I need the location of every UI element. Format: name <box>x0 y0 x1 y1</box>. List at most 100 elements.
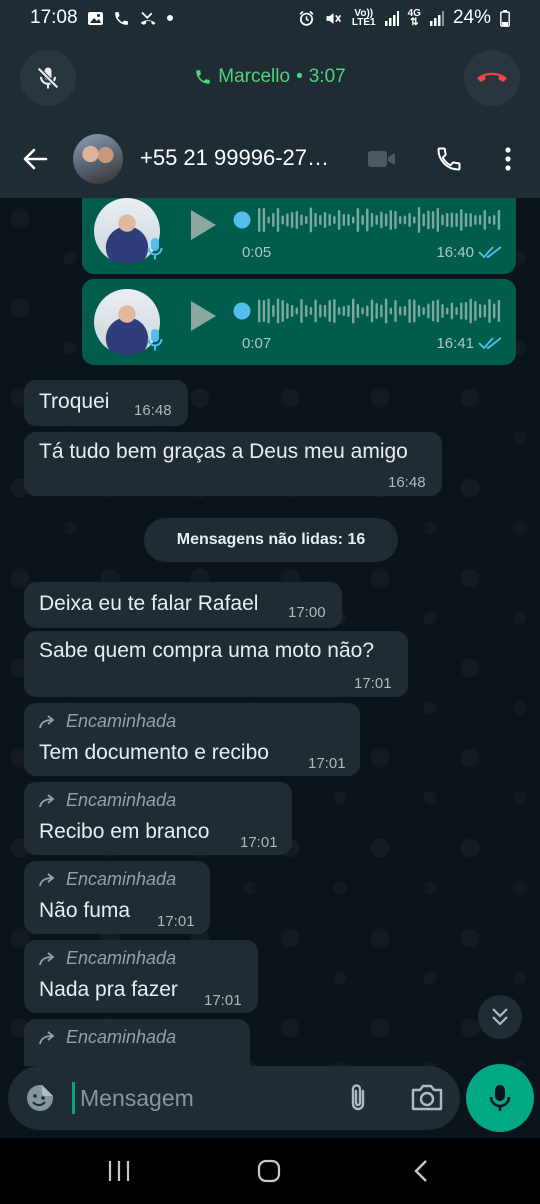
waveform-bar <box>446 213 449 227</box>
forwarded-message[interactable]: Encaminhada <box>24 1019 250 1066</box>
play-button[interactable] <box>188 208 218 242</box>
waveform-bar <box>384 213 388 227</box>
waveform-bar <box>389 307 392 315</box>
waveform-bar <box>356 304 360 318</box>
record-voice-button[interactable] <box>466 1064 534 1132</box>
waveform-bar <box>441 214 444 226</box>
arrow-back-icon <box>23 148 48 170</box>
voice-note-mic-icon <box>144 327 166 353</box>
waveform-bar <box>384 298 388 324</box>
forwarded-message[interactable]: Encaminhada Recibo em branco 17:01 <box>24 782 292 855</box>
double-chevron-down-icon <box>492 1008 508 1026</box>
paperclip-icon <box>351 1084 365 1111</box>
forwarded-label: Encaminhada <box>38 711 176 732</box>
waveform-bar <box>323 305 327 317</box>
message-time: 16:48 <box>388 474 426 491</box>
forwarded-label: Encaminhada <box>38 790 176 811</box>
voice-message[interactable]: 0:05 16:40 <box>82 198 516 274</box>
hang-up-icon <box>477 72 507 82</box>
forwarded-message[interactable]: Encaminhada Não fuma 17:01 <box>24 861 210 934</box>
waveform-bar <box>493 215 496 225</box>
incoming-message[interactable]: Troquei 16:48 <box>24 380 188 426</box>
waveform-bar <box>314 299 317 323</box>
play-icon <box>191 301 216 331</box>
play-button[interactable] <box>188 299 218 333</box>
waveform-bar <box>281 300 284 322</box>
waveform-bar <box>286 303 289 319</box>
waveform-bar <box>441 304 444 318</box>
waveform-bar <box>413 216 416 224</box>
forwarded-text: Encaminhada <box>66 948 177 968</box>
recents-icon <box>108 1161 130 1181</box>
ongoing-call-bar: Marcello • 3:07 <box>0 36 540 120</box>
clock: 17:08 <box>30 7 78 28</box>
message-text: Nada pra fazer <box>39 978 178 1001</box>
read-ticks-icon <box>478 246 502 259</box>
waveform-bar <box>469 213 472 227</box>
message-text: Sabe quem compra uma moto não? <box>39 639 375 662</box>
incoming-message[interactable]: Tá tudo bem graças a Deus meu amigo 16:4… <box>24 432 442 496</box>
message-input[interactable] <box>80 1078 330 1118</box>
waveform-bar <box>394 300 397 322</box>
waveform-bar <box>436 299 439 323</box>
waveform-bar <box>337 307 341 315</box>
back-button[interactable] <box>20 145 50 173</box>
waveform-bar <box>389 210 392 230</box>
forward-arrow-icon <box>39 793 55 807</box>
playback-knob[interactable] <box>233 302 251 320</box>
play-icon <box>191 210 216 240</box>
incoming-message[interactable]: Deixa eu te falar Rafael 17:00 <box>24 582 342 628</box>
waveform-bar <box>272 213 275 227</box>
voice-message[interactable]: 0:07 16:41 <box>82 279 516 365</box>
waveform[interactable] <box>232 205 502 235</box>
waveform-bar <box>460 302 463 320</box>
incoming-message[interactable]: Sabe quem compra uma moto não? 17:01 <box>24 631 408 697</box>
call-status[interactable]: Marcello • 3:07 <box>0 66 540 88</box>
waveform-bar <box>309 307 313 315</box>
waveform-bar <box>281 215 284 225</box>
waveform-bar <box>352 216 355 224</box>
waveform-bar <box>497 210 501 230</box>
waveform-bar <box>352 298 355 324</box>
emoji-button[interactable] <box>24 1082 56 1114</box>
camera-button[interactable] <box>410 1082 444 1114</box>
playback-knob[interactable] <box>233 211 251 229</box>
forwarded-message[interactable]: Encaminhada Tem documento e recibo 17:01 <box>24 703 360 776</box>
waveform-bar <box>319 304 322 318</box>
volte-icon: Vo)) LTE1 <box>352 9 376 28</box>
forwarded-message[interactable]: Encaminhada Nada pra fazer 17:01 <box>24 940 258 1013</box>
system-navigation-bar <box>0 1138 540 1204</box>
forwarded-text: Encaminhada <box>66 711 177 731</box>
message-composer <box>8 1066 460 1130</box>
forward-arrow-icon <box>39 1030 55 1044</box>
forwarded-label: Encaminhada <box>38 869 176 890</box>
attach-button[interactable] <box>344 1082 374 1114</box>
chat-messages-area[interactable]: 0:05 16:40 0:07 16:41 Troquei 16:48 Tá t… <box>0 198 540 1066</box>
message-text: Tá tudo bem graças a Deus meu amigo <box>39 440 408 463</box>
message-text: Deixa eu te falar Rafael <box>39 592 259 615</box>
waveform-bar <box>375 215 378 225</box>
contact-name[interactable]: +55 21 99996-27… <box>140 145 329 171</box>
waveform-bar <box>300 299 303 323</box>
waveform-bar <box>337 210 341 230</box>
waveform[interactable] <box>232 296 502 326</box>
video-call-button[interactable] <box>366 144 398 174</box>
phone-call-icon <box>437 147 461 171</box>
scroll-to-bottom-button[interactable] <box>478 995 522 1039</box>
battery-percent: 24% <box>452 7 491 28</box>
waveform-bar <box>328 300 331 322</box>
back-nav-button[interactable] <box>410 1158 432 1184</box>
voice-call-button[interactable] <box>434 144 464 174</box>
waveform-bar <box>347 305 350 317</box>
contact-avatar[interactable] <box>73 134 123 184</box>
home-button[interactable] <box>256 1158 282 1184</box>
voice-duration: 0:07 <box>242 335 272 352</box>
waveform-bar <box>380 211 383 229</box>
end-call-button[interactable] <box>464 50 520 106</box>
recent-apps-button[interactable] <box>106 1158 132 1184</box>
waveform-bar <box>276 298 280 324</box>
message-text: Troquei <box>39 390 110 413</box>
alarm-icon <box>298 10 315 27</box>
waveform-bar <box>305 305 308 317</box>
more-options-button[interactable] <box>498 144 518 174</box>
